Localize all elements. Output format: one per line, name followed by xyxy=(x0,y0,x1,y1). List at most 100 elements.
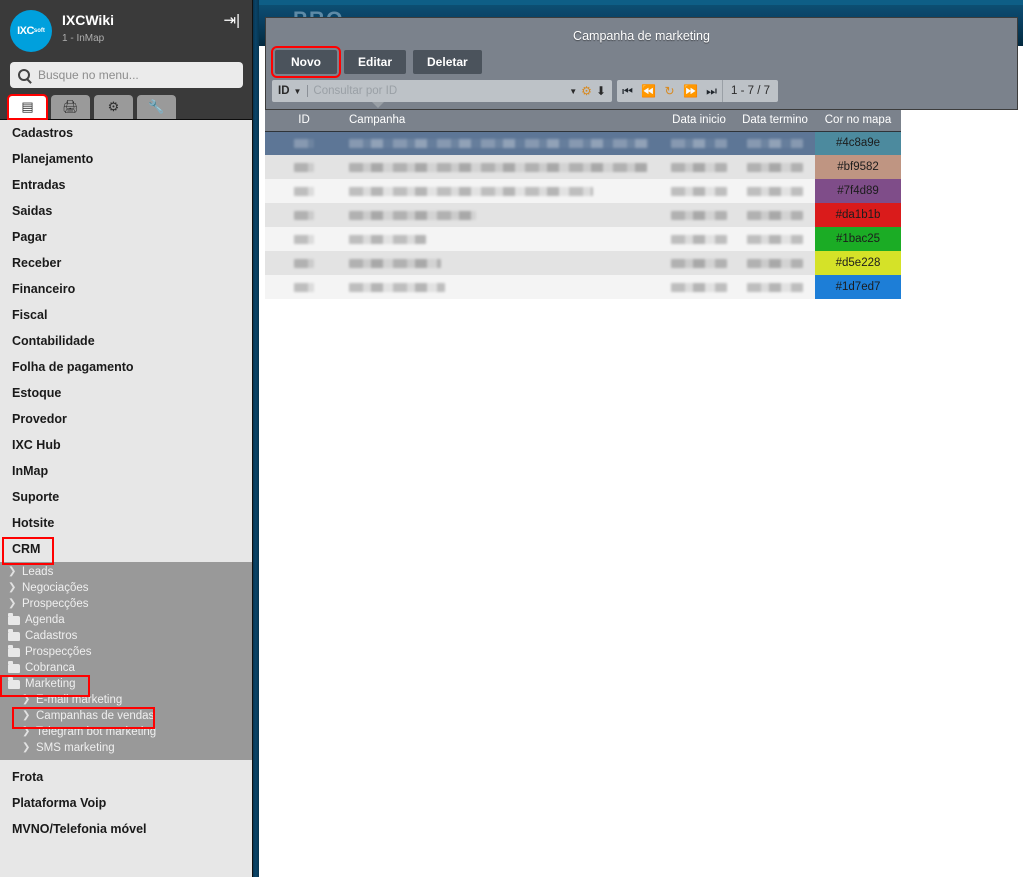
sidebar-item-inmap[interactable]: InMap xyxy=(0,458,252,484)
sidebar-item-cadastros[interactable]: Cadastros xyxy=(0,120,252,146)
search-input[interactable] xyxy=(38,68,235,82)
redacted-value xyxy=(349,234,426,244)
sidebar-item-label: Planejamento xyxy=(12,152,94,166)
query-dropdown-icon[interactable]: ▼ xyxy=(569,87,577,96)
cell-campanha xyxy=(343,155,663,179)
editar-button[interactable]: Editar xyxy=(344,50,407,74)
sidebar-item-estoque[interactable]: Estoque xyxy=(0,380,252,406)
sidebar-item-provedor[interactable]: Provedor xyxy=(0,406,252,432)
redacted-value xyxy=(747,282,803,292)
cell-data-termino xyxy=(735,155,815,179)
column-header-cor-no-mapa[interactable]: Cor no mapa xyxy=(815,110,901,132)
sidebar-item-crm[interactable]: CRM xyxy=(0,536,252,565)
sidebar-item-saidas[interactable]: Saidas xyxy=(0,198,252,224)
table-header: ID Campanha Data inicio Data termino Cor… xyxy=(265,110,901,132)
table-header-row: ID Campanha Data inicio Data termino Cor… xyxy=(265,110,901,132)
next-page-icon[interactable]: ⏩ xyxy=(680,80,701,102)
sidebar-nav-bottom: Frota Plataforma Voip MVNO/Telefonia móv… xyxy=(0,760,252,842)
table-row[interactable]: #1bac25 xyxy=(265,227,901,251)
cell-data-inicio xyxy=(663,131,735,155)
table-row[interactable]: #7f4d89 xyxy=(265,179,901,203)
redacted-value xyxy=(349,210,476,220)
submenu-item-label: Cobranca xyxy=(25,662,75,674)
sidebar-item-planejamento[interactable]: Planejamento xyxy=(0,146,252,172)
submenu-item-negociacoes[interactable]: ❯ Negociações xyxy=(0,580,252,596)
refresh-icon[interactable]: ↻ xyxy=(659,80,680,102)
cell-id xyxy=(265,227,343,251)
submenu-folder-prospeccoes[interactable]: Prospecções xyxy=(0,644,252,660)
chevron-down-icon[interactable]: ▼ xyxy=(294,87,302,96)
sidebar-item-suporte[interactable]: Suporte xyxy=(0,484,252,510)
gears-icon[interactable]: ⚙ xyxy=(94,95,133,119)
deletar-button[interactable]: Deletar xyxy=(413,50,482,74)
download-icon[interactable]: ⬇ xyxy=(596,84,606,98)
redacted-value xyxy=(349,282,445,292)
redacted-value xyxy=(747,234,803,244)
campanhas-table: ID Campanha Data inicio Data termino Cor… xyxy=(265,110,901,299)
cell-data-inicio xyxy=(663,179,735,203)
cell-cor-no-mapa: #7f4d89 xyxy=(815,179,901,203)
page-left-strip xyxy=(253,0,259,877)
sidebar-item-financeiro[interactable]: Financeiro xyxy=(0,276,252,302)
sidebar-item-ixc-hub[interactable]: IXC Hub xyxy=(0,432,252,458)
printer-icon[interactable]: 🖨 xyxy=(51,95,90,119)
sidebar-item-receber[interactable]: Receber xyxy=(0,250,252,276)
sidebar-item-frota[interactable]: Frota xyxy=(0,764,252,790)
wrench-icon[interactable]: 🔧 xyxy=(137,95,176,119)
submenu-folder-cadastros[interactable]: Cadastros xyxy=(0,628,252,644)
logout-icon[interactable]: ⇥| xyxy=(224,13,240,28)
sidebar-item-label: Saidas xyxy=(12,204,53,218)
redacted-value xyxy=(671,210,727,220)
folder-icon xyxy=(8,612,20,625)
sidebar-item-entradas[interactable]: Entradas xyxy=(0,172,252,198)
query-input[interactable] xyxy=(307,85,566,97)
table-row[interactable]: #4c8a9e xyxy=(265,131,901,155)
redacted-value xyxy=(671,234,727,244)
redacted-value xyxy=(747,138,803,148)
submenu-item-label: Prospecções xyxy=(22,598,89,610)
page-background-topline xyxy=(253,0,1023,5)
submenu-folder-cobranca[interactable]: Cobranca xyxy=(0,660,252,676)
search-icon xyxy=(18,69,30,81)
sidebar-item-mvno-telefonia-movel[interactable]: MVNO/Telefonia móvel xyxy=(0,816,252,842)
sidebar-item-fiscal[interactable]: Fiscal xyxy=(0,302,252,328)
column-header-id[interactable]: ID xyxy=(265,110,343,132)
gear-settings-icon[interactable]: ⚙ xyxy=(581,84,592,98)
sidebar-item-label: Receber xyxy=(12,256,62,270)
menu-list-icon[interactable]: ▤ xyxy=(7,94,48,120)
sidebar-item-pagar[interactable]: Pagar xyxy=(0,224,252,250)
sidebar-item-label: Pagar xyxy=(12,230,47,244)
submenu-folder-agenda[interactable]: Agenda xyxy=(0,612,252,628)
cell-cor-no-mapa: #1d7ed7 xyxy=(815,275,901,299)
submenu-item-prospeccoes-link[interactable]: ❯ Prospecções xyxy=(0,596,252,612)
prev-page-icon[interactable]: ⏪ xyxy=(638,80,659,102)
redacted-value xyxy=(671,162,727,172)
cell-campanha xyxy=(343,179,663,203)
sidebar-item-contabilidade[interactable]: Contabilidade xyxy=(0,328,252,354)
submenu-item-campanhas-de-vendas[interactable]: ❯ Campanhas de vendas xyxy=(0,707,252,729)
cell-data-termino xyxy=(735,179,815,203)
menu-search-box[interactable] xyxy=(10,62,243,88)
sidebar-item-plataforma-voip[interactable]: Plataforma Voip xyxy=(0,790,252,816)
sidebar-item-hotsite[interactable]: Hotsite xyxy=(0,510,252,536)
column-header-campanha[interactable]: Campanha xyxy=(343,110,663,132)
table-row[interactable]: #da1b1b xyxy=(265,203,901,227)
record-count-label: 1 - 7 / 7 xyxy=(722,80,778,102)
column-header-data-inicio[interactable]: Data inicio xyxy=(663,110,735,132)
sidebar-item-folha-de-pagamento[interactable]: Folha de pagamento xyxy=(0,354,252,380)
column-header-data-termino[interactable]: Data termino xyxy=(735,110,815,132)
submenu-item-leads[interactable]: ❯ Leads xyxy=(0,564,252,580)
query-field-label[interactable]: ID xyxy=(278,85,290,97)
redacted-value xyxy=(671,258,727,268)
first-page-icon[interactable]: ⏮ xyxy=(617,80,638,102)
last-page-icon[interactable]: ⏭ xyxy=(701,80,722,102)
table-row[interactable]: #d5e228 xyxy=(265,251,901,275)
novo-button[interactable]: Novo xyxy=(271,46,341,78)
sidebar-icon-toolbar: ▤ 🖨 ⚙ 🔧 xyxy=(0,92,252,120)
cell-data-termino xyxy=(735,275,815,299)
submenu-folder-marketing[interactable]: Marketing xyxy=(0,675,252,697)
submenu-item-label: Campanhas de vendas xyxy=(36,710,155,722)
table-row[interactable]: #bf9582 xyxy=(265,155,901,179)
submenu-item-sms-marketing[interactable]: ❯ SMS marketing xyxy=(0,740,252,756)
table-row[interactable]: #1d7ed7 xyxy=(265,275,901,299)
